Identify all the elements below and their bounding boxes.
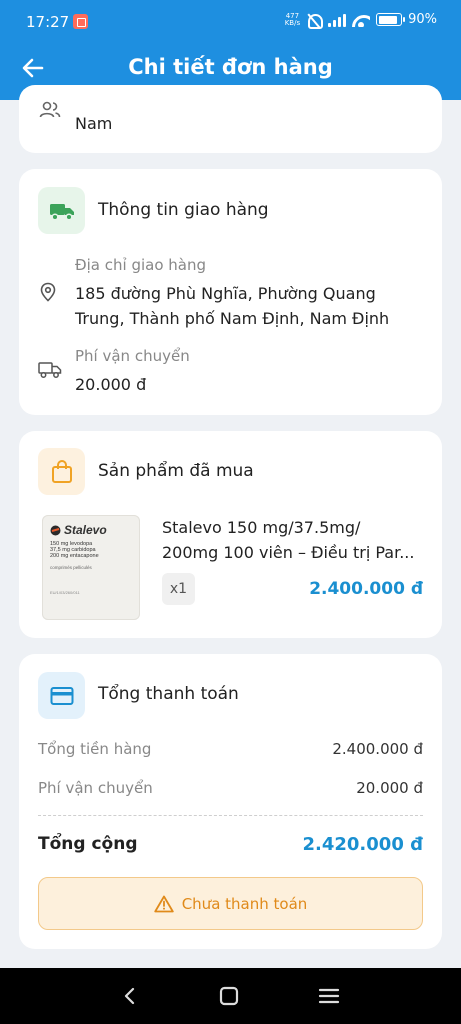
subtotal-label: Tổng tiền hàng <box>38 740 152 758</box>
notification-icon <box>73 14 88 29</box>
shipping-fee-value: 20.000 đ <box>75 375 147 394</box>
product-quantity: x1 <box>162 573 195 605</box>
payment-card: Tổng thanh toán Tổng tiền hàng 2.400.000… <box>19 654 442 949</box>
product-icon-box <box>38 448 85 495</box>
battery-level: 90% <box>408 12 437 27</box>
user-icon <box>39 101 61 118</box>
shipping-label: Phí vận chuyển <box>38 779 153 797</box>
nav-back-button[interactable] <box>116 982 144 1010</box>
product-image-code: EU/1/03/260/011 <box>50 590 80 595</box>
truck-icon <box>49 203 74 221</box>
menu-icon <box>318 988 340 1004</box>
wifi-icon <box>352 13 370 27</box>
status-icons: 477 KB/s 90% <box>284 12 437 29</box>
product-item[interactable]: Stalevo 150 mg levodopa 37,5 mg carbidop… <box>19 513 442 623</box>
delivery-card: Thông tin giao hàng Địa chỉ giao hàng 18… <box>19 169 442 415</box>
nav-home-button[interactable] <box>215 982 243 1010</box>
products-title: Sản phẩm đã mua <box>98 461 254 481</box>
address-line-1: 185 đường Phù Nghĩa, Phường Quang <box>75 284 376 303</box>
network-speed: 477 KB/s <box>284 12 301 27</box>
network-speed-unit: KB/s <box>284 18 301 27</box>
square-home-icon <box>219 986 239 1006</box>
products-card: Sản phẩm đã mua Stalevo 150 mg levodopa … <box>19 431 442 638</box>
product-name-line-2: 200mg 100 viên – Điều trị Par... <box>162 543 415 562</box>
product-image-line-3: 200 mg entacapone <box>50 553 99 559</box>
subtotal-value: 2.400.000 đ <box>332 740 423 758</box>
shipping-truck-icon <box>38 362 62 378</box>
mute-icon <box>306 13 324 29</box>
chevron-left-icon <box>124 987 135 1005</box>
product-price: 2.400.000 đ <box>309 579 423 599</box>
product-image-form: comprimés pelliculés <box>50 565 92 570</box>
signal-icon <box>328 13 347 27</box>
payment-title: Tổng thanh toán <box>98 684 239 704</box>
customer-gender: Nam <box>75 114 113 133</box>
address-label: Địa chỉ giao hàng <box>75 256 206 274</box>
brand-logo-icon <box>50 525 61 535</box>
nav-menu-button[interactable] <box>315 982 343 1010</box>
location-pin-icon <box>40 282 56 302</box>
payment-status-label: Chưa thanh toán <box>181 894 308 913</box>
product-image: Stalevo 150 mg levodopa 37,5 mg carbidop… <box>42 515 140 620</box>
battery-icon <box>376 13 406 26</box>
warning-icon <box>154 895 174 912</box>
total-value: 2.420.000 đ <box>302 834 424 855</box>
payment-icon-box <box>38 672 85 719</box>
status-bar: 17:27 477 KB/s 90% <box>0 0 461 42</box>
shipping-value: 20.000 đ <box>356 779 423 797</box>
credit-card-icon <box>50 686 73 705</box>
customer-card: Nam <box>19 85 442 153</box>
shipping-fee-label: Phí vận chuyển <box>75 347 190 365</box>
delivery-icon-box <box>38 187 85 234</box>
delivery-title: Thông tin giao hàng <box>98 200 269 220</box>
total-label: Tổng cộng <box>38 834 138 854</box>
system-nav-bar <box>0 968 461 1024</box>
status-time: 17:27 <box>26 13 70 31</box>
product-name-line-1: Stalevo 150 mg/37.5mg/ <box>162 518 361 537</box>
page-title: Chi tiết đơn hàng <box>128 55 333 79</box>
shopping-bag-icon <box>51 459 72 483</box>
divider <box>38 815 423 816</box>
payment-status-badge: Chưa thanh toán <box>38 877 423 930</box>
address-line-2: Trung, Thành phố Nam Định, Nam Định <box>75 309 390 328</box>
product-image-brand: Stalevo <box>64 523 107 537</box>
